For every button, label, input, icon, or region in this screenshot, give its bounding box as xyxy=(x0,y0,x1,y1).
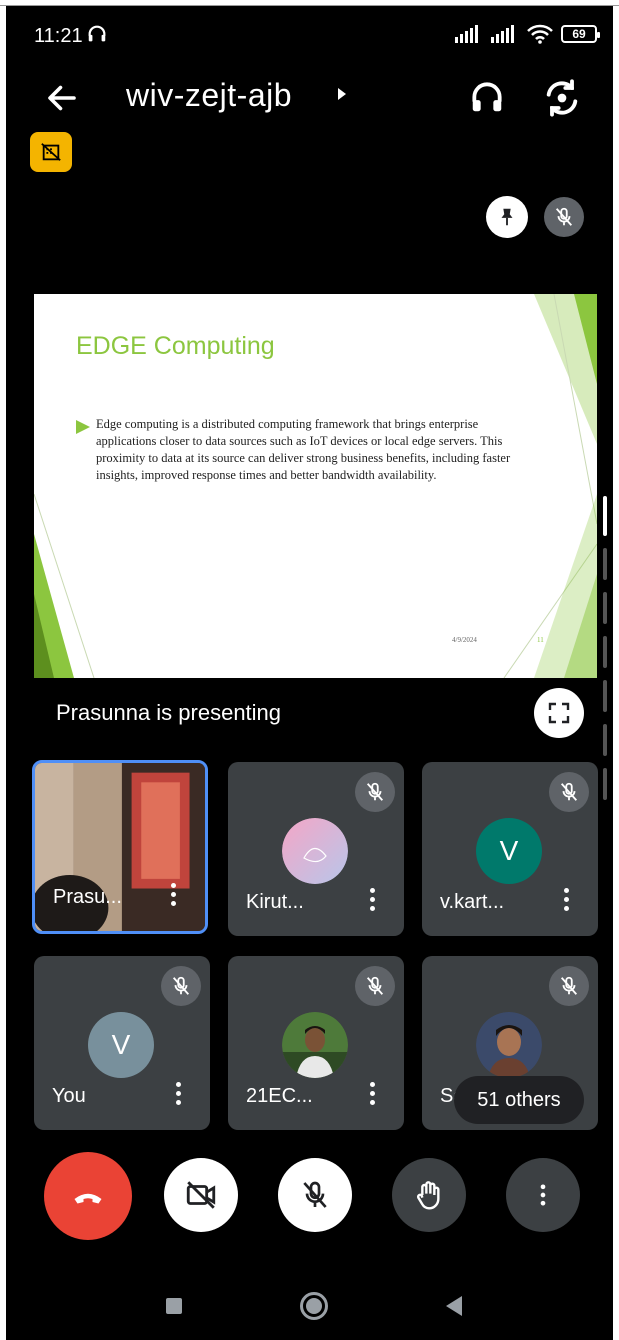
more-options-icon[interactable] xyxy=(368,1082,376,1108)
avatar-photo xyxy=(282,1012,348,1078)
hand-icon xyxy=(416,1181,440,1210)
battery-level: 69 xyxy=(572,27,586,41)
participant-name: You xyxy=(52,1085,86,1107)
slide-page-number: 11 xyxy=(537,636,544,644)
participant-tile-2[interactable]: Kirut... xyxy=(228,762,404,936)
more-options-button[interactable] xyxy=(506,1158,580,1232)
presenting-label: Prasunna is presenting xyxy=(56,700,282,725)
fullscreen-button[interactable] xyxy=(534,688,584,738)
system-nav-bar xyxy=(6,1274,613,1340)
meeting-code[interactable]: wiv-zejt-ajb xyxy=(126,77,292,114)
more-options-icon[interactable] xyxy=(174,1082,182,1108)
shared-slide: EDGE Computing Edge computing is a distr… xyxy=(34,294,597,678)
wifi-icon xyxy=(527,24,553,44)
participant-tile-1[interactable]: Prasu... xyxy=(32,760,208,934)
end-call-button[interactable] xyxy=(44,1152,132,1240)
chevron-right-icon[interactable] xyxy=(338,88,346,100)
home-icon[interactable] xyxy=(300,1292,328,1320)
mic-off-badge xyxy=(549,772,589,812)
back-nav-icon[interactable] xyxy=(446,1296,462,1316)
video-off-icon xyxy=(186,1181,216,1209)
fullscreen-icon xyxy=(548,702,570,724)
pin-icon xyxy=(501,208,513,226)
slide-body: Edge computing is a distributed computin… xyxy=(96,417,511,482)
avatar-initial: V xyxy=(88,1012,154,1078)
participant-name: Kirut... xyxy=(246,891,304,913)
participant-tile-5[interactable]: 21EC... xyxy=(228,956,404,1130)
mic-off-icon xyxy=(366,976,384,995)
scroll-indicator[interactable] xyxy=(603,496,609,826)
mic-off-badge xyxy=(161,966,201,1006)
more-options-icon[interactable] xyxy=(562,888,570,914)
participant-name: Prasu... xyxy=(53,886,122,908)
pin-button[interactable] xyxy=(486,196,528,238)
battery-icon: 69 xyxy=(561,25,600,43)
signal-icon xyxy=(455,25,478,43)
mic-off-icon xyxy=(560,976,578,995)
mic-off-icon xyxy=(555,207,573,226)
back-arrow-icon[interactable] xyxy=(44,80,80,116)
mic-off-icon xyxy=(560,782,578,801)
phone-screen: 11:21 69 wiv-zejt-ajb EDGE Computing Edg… xyxy=(6,6,613,1340)
mic-off-badge xyxy=(549,966,589,1006)
status-icons: 69 xyxy=(455,24,600,44)
microphone-toggle-button[interactable] xyxy=(278,1158,352,1232)
mic-off-badge xyxy=(355,772,395,812)
more-options-icon[interactable] xyxy=(368,888,376,914)
slide-title: EDGE Computing xyxy=(76,332,275,360)
camera-toggle-button[interactable] xyxy=(164,1158,238,1232)
headphones-icon[interactable] xyxy=(468,78,506,116)
presenter-mic-off xyxy=(544,197,584,237)
status-bar: 11:21 69 xyxy=(6,6,613,62)
mic-off-icon xyxy=(303,1181,327,1208)
avatar-photo xyxy=(476,1012,542,1078)
no-recording-badge[interactable] xyxy=(30,132,72,172)
participant-tile-3[interactable]: V v.kart... xyxy=(422,762,598,936)
switch-camera-icon[interactable] xyxy=(542,78,582,118)
avatar xyxy=(282,818,348,884)
more-options-icon[interactable] xyxy=(169,883,177,909)
headset-status-icon xyxy=(88,25,106,42)
meeting-header: wiv-zejt-ajb xyxy=(6,68,613,128)
participant-tile-4[interactable]: V You xyxy=(34,956,210,1130)
avatar-initial: V xyxy=(476,818,542,884)
presentation-panel[interactable]: EDGE Computing Edge computing is a distr… xyxy=(34,184,597,742)
recent-apps-icon[interactable] xyxy=(166,1298,182,1314)
mic-off-icon xyxy=(366,782,384,801)
mic-off-icon xyxy=(172,976,190,995)
participant-name: v.kart... xyxy=(440,891,505,913)
raise-hand-button[interactable] xyxy=(392,1158,466,1232)
bullet-arrow-icon xyxy=(76,420,90,434)
mic-off-badge xyxy=(355,966,395,1006)
others-label: 51 others xyxy=(477,1088,561,1111)
others-count-pill[interactable]: 51 others xyxy=(454,1076,584,1124)
more-vert-icon xyxy=(540,1184,546,1206)
status-time: 11:21 xyxy=(34,25,83,47)
building-off-icon xyxy=(41,143,61,161)
signal-icon-2 xyxy=(491,25,514,43)
hang-up-icon xyxy=(74,1193,102,1204)
slide-date: 4/9/2024 xyxy=(452,636,477,644)
participant-name: 21EC... xyxy=(246,1085,313,1107)
